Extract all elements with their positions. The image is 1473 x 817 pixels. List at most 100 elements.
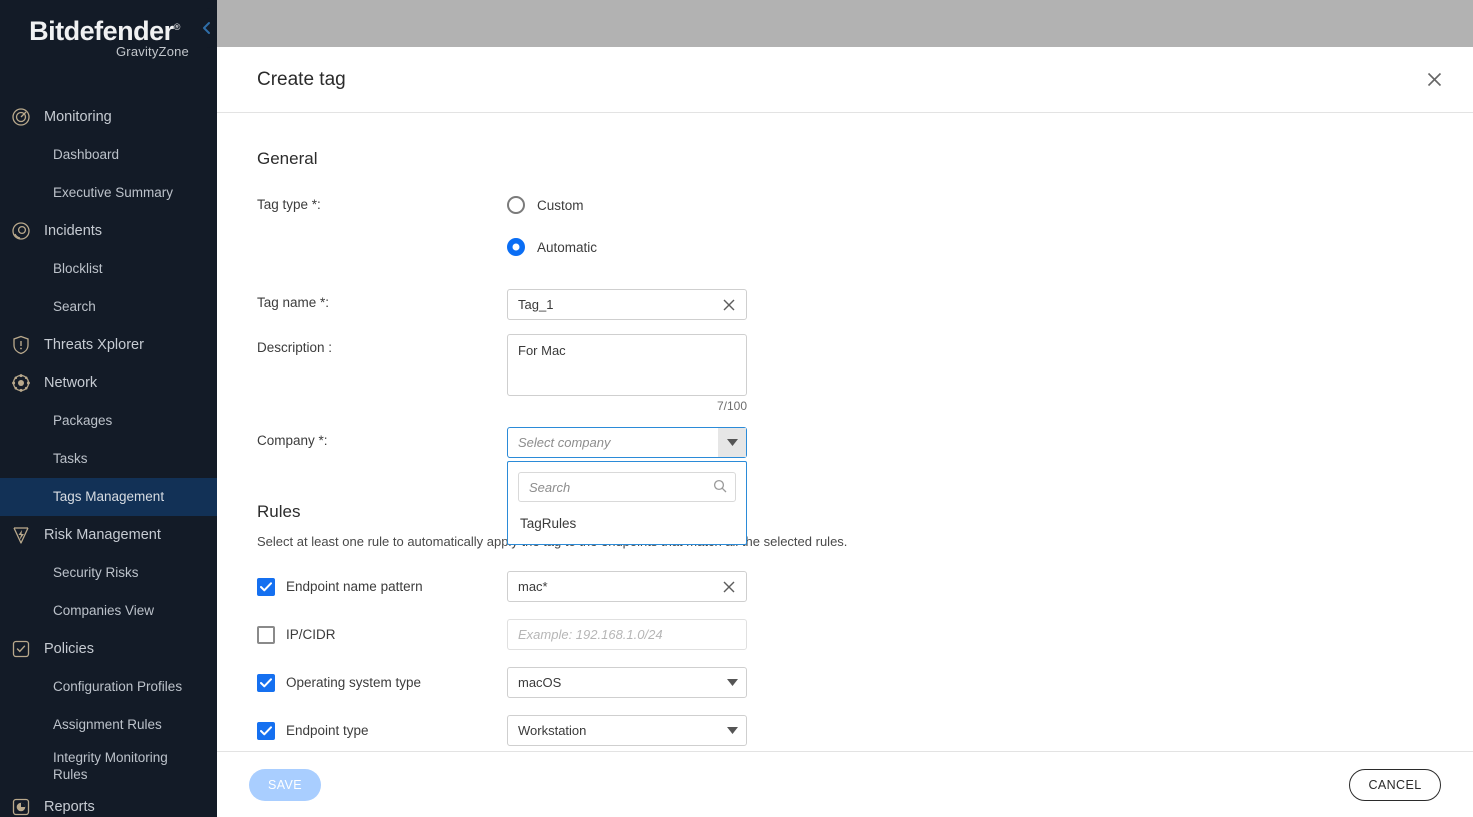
tag-type-options: Custom Automatic: [507, 191, 747, 275]
sidebar-item-dashboard[interactable]: Dashboard: [0, 136, 217, 174]
sidebar-item-executive-summary[interactable]: Executive Summary: [0, 174, 217, 212]
radio-option-custom[interactable]: Custom: [507, 191, 747, 219]
brand-name: Bitdefender®: [29, 16, 180, 46]
ip-cidr-placeholder: Example: 192.168.1.0/24: [518, 627, 663, 642]
description-label: Description :: [257, 340, 333, 355]
ip-cidr-input[interactable]: Example: 192.168.1.0/24: [507, 619, 747, 650]
sidebar-item-tags-management[interactable]: Tags Management: [0, 478, 217, 516]
rule-control-endpoint-name-pattern: mac*: [507, 571, 747, 602]
rule-left-endpoint-name-pattern: Endpoint name pattern: [257, 577, 507, 596]
operating-system-type-select[interactable]: macOS: [507, 667, 747, 698]
monitoring-icon: [10, 106, 32, 128]
description-control: For Mac 7/100: [507, 334, 747, 413]
general-section-heading: General: [257, 149, 318, 168]
checkbox-endpoint-type[interactable]: [257, 721, 275, 740]
radio-option-automatic[interactable]: Automatic: [507, 233, 747, 261]
rules-section-heading: Rules: [257, 502, 301, 521]
sidebar-item-search[interactable]: Search: [0, 288, 217, 326]
sidebar-item-tasks[interactable]: Tasks: [0, 440, 217, 478]
endpoint-name-pattern-value: mac*: [518, 579, 548, 594]
radio-automatic-label: Automatic: [537, 239, 598, 255]
endpoint-name-pattern-input[interactable]: mac*: [507, 571, 747, 602]
network-icon: [10, 372, 32, 394]
rule-row-operating-system-type: Operating system type macOS: [257, 667, 1433, 698]
tag-name-row: Tag name *: Tag_1: [257, 289, 1433, 320]
sidebar-nav: Monitoring Dashboard Executive Summary I…: [0, 98, 217, 817]
close-icon[interactable]: [1421, 67, 1447, 93]
sidebar-item-risk-management[interactable]: Risk Management: [0, 516, 217, 554]
sidebar-item-monitoring[interactable]: Monitoring: [0, 98, 217, 136]
chevron-left-icon: [201, 21, 211, 35]
company-select[interactable]: Select company: [507, 427, 747, 458]
sidebar-item-threats-xplorer[interactable]: Threats Xplorer: [0, 326, 217, 364]
rule-left-endpoint-type: Endpoint type: [257, 721, 507, 740]
rule-row-ip-cidr: IP/CIDR Example: 192.168.1.0/24: [257, 619, 1433, 650]
page-title: Create tag: [257, 68, 346, 90]
description-textarea[interactable]: For Mac: [507, 334, 747, 396]
sidebar-item-network[interactable]: Network: [0, 364, 217, 402]
company-row: Company *: Select company Search TagRule…: [257, 427, 1433, 545]
operating-system-type-value: macOS: [518, 675, 562, 690]
sidebar-item-label: Reports: [44, 799, 95, 815]
company-select-placeholder: Select company: [518, 435, 611, 450]
radio-custom-label: Custom: [537, 197, 584, 213]
chevron-down-icon[interactable]: [718, 716, 746, 745]
save-button[interactable]: SAVE: [249, 768, 321, 801]
endpoint-type-value: Workstation: [518, 723, 587, 738]
checkbox-ip-cidr[interactable]: [257, 625, 275, 644]
policies-icon: [10, 638, 32, 660]
radio-custom-input[interactable]: [507, 196, 525, 214]
search-icon: [713, 479, 727, 496]
sidebar-item-policies[interactable]: Policies: [0, 630, 217, 668]
cancel-button[interactable]: CANCEL: [1349, 768, 1441, 801]
rule-label-endpoint-type: Endpoint type: [286, 723, 369, 738]
sidebar-item-configuration-profiles[interactable]: Configuration Profiles: [0, 668, 217, 706]
chevron-down-icon[interactable]: [718, 428, 746, 457]
sidebar-item-integrity-monitoring-rules[interactable]: Integrity Monitoring Rules: [0, 744, 217, 788]
rule-row-endpoint-type: Endpoint type Workstation: [257, 715, 1433, 746]
tag-name-control: Tag_1: [507, 289, 747, 320]
tag-type-row: Tag type *: Custom Automatic: [257, 191, 1433, 275]
company-option-tagrules[interactable]: TagRules: [518, 502, 736, 544]
tag-name-value: Tag_1: [518, 297, 554, 312]
brand-logo: Bitdefender® GravityZone: [0, 0, 217, 68]
sidebar-item-label: Incidents: [44, 223, 103, 239]
company-search-placeholder: Search: [529, 479, 571, 495]
tag-type-label: Tag type *:: [257, 197, 321, 212]
rule-control-operating-system-type: macOS: [507, 667, 747, 698]
tag-name-label: Tag name *:: [257, 295, 330, 310]
sidebar-collapse-button[interactable]: [195, 8, 217, 48]
sidebar-item-security-risks[interactable]: Security Risks: [0, 554, 217, 592]
rule-label-operating-system-type: Operating system type: [286, 675, 422, 690]
rule-row-endpoint-name-pattern: Endpoint name pattern mac*: [257, 571, 1433, 602]
modal-body: General Tag type *: Custom Automatic Tag…: [217, 113, 1473, 751]
endpoint-type-select[interactable]: Workstation: [507, 715, 747, 746]
sidebar-item-label: Threats Xplorer: [44, 337, 144, 353]
clear-icon[interactable]: [720, 578, 738, 596]
app-root: Bitdefender® GravityZone Monitoring Dash…: [0, 0, 1473, 817]
brand-subtitle: GravityZone: [115, 44, 189, 59]
rule-control-endpoint-type: Workstation: [507, 715, 747, 746]
rule-control-ip-cidr: Example: 192.168.1.0/24: [507, 619, 747, 650]
clear-icon[interactable]: [720, 296, 738, 314]
sidebar-item-incidents[interactable]: Incidents: [0, 212, 217, 250]
sidebar-item-packages[interactable]: Packages: [0, 402, 217, 440]
rule-left-ip-cidr: IP/CIDR: [257, 625, 507, 644]
radio-automatic-input[interactable]: [507, 238, 525, 256]
sidebar-item-reports[interactable]: Reports: [0, 788, 217, 817]
tag-name-input[interactable]: Tag_1: [507, 289, 747, 320]
chevron-down-icon[interactable]: [718, 668, 746, 697]
sidebar-item-label: Monitoring: [44, 109, 112, 125]
description-row: Description : For Mac 7/100: [257, 334, 1433, 413]
company-dropdown-panel: Search TagRules: [507, 461, 747, 545]
company-control: Select company Search TagRules: [507, 427, 747, 545]
checkbox-operating-system-type[interactable]: [257, 673, 275, 692]
company-dropdown-search[interactable]: Search: [518, 472, 736, 502]
sidebar-item-blocklist[interactable]: Blocklist: [0, 250, 217, 288]
sidebar-item-companies-view[interactable]: Companies View: [0, 592, 217, 630]
checkbox-endpoint-name-pattern[interactable]: [257, 577, 275, 596]
description-char-counter: 7/100: [716, 399, 747, 413]
sidebar-item-label: Policies: [44, 641, 94, 657]
sidebar-item-label: Network: [44, 375, 98, 391]
sidebar-item-assignment-rules[interactable]: Assignment Rules: [0, 706, 217, 744]
